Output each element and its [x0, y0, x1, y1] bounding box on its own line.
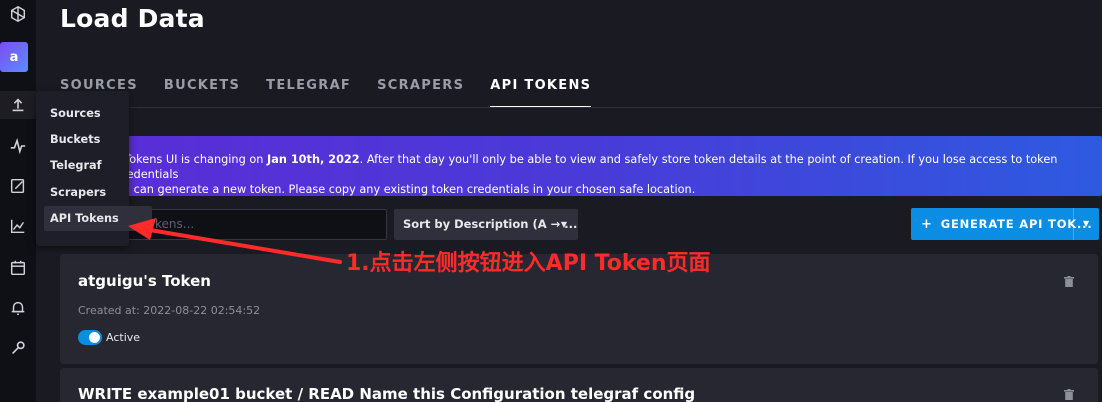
banner-line2: ou can generate a new token. Please copy…	[116, 183, 696, 196]
avatar[interactable]: a	[0, 42, 28, 72]
chevron-down-icon[interactable]: ▼	[1073, 208, 1099, 240]
tab-api-tokens[interactable]: API TOKENS	[490, 78, 592, 108]
token-title[interactable]: WRITE example01 bucket / READ Name this …	[78, 385, 695, 402]
tab-bar: SOURCES BUCKETS TELEGRAF SCRAPERS API TO…	[60, 78, 617, 108]
trash-icon[interactable]	[1064, 389, 1074, 400]
data-explorer-icon[interactable]	[0, 132, 36, 160]
generate-api-token-button[interactable]: + GENERATE API TOK... ▼	[911, 208, 1099, 240]
filter-placeholder: kens...	[155, 217, 195, 231]
chevron-down-icon: ▼	[560, 220, 567, 229]
tab-scrapers[interactable]: SCRAPERS	[377, 78, 464, 108]
banner-text: r Tokens UI is changing on Jan 10th, 202…	[116, 152, 1102, 197]
sort-label: Sort by Description (A → ...	[403, 217, 578, 231]
generate-button-label: GENERATE API TOK...	[940, 217, 1093, 231]
banner-prefix: r Tokens UI is changing on	[116, 153, 268, 166]
page-title: Load Data	[60, 4, 205, 33]
annotation-text: 1.点击左侧按钮进入API Token页面	[346, 251, 711, 276]
active-label: Active	[106, 331, 141, 344]
upload-icon[interactable]	[0, 91, 36, 119]
toggle-knob	[89, 332, 100, 343]
bell-icon[interactable]	[0, 294, 36, 322]
logo-icon[interactable]	[0, 0, 36, 28]
banner-date: Jan 10th, 2022	[267, 153, 360, 166]
plus-icon: +	[921, 217, 933, 232]
sort-dropdown[interactable]: Sort by Description (A → ... ▼	[394, 209, 578, 240]
menu-item-api-tokens[interactable]: API Tokens	[44, 206, 152, 231]
avatar-letter: a	[9, 49, 19, 65]
chart-icon[interactable]	[0, 212, 36, 240]
token-title[interactable]: atguigu's Token	[78, 272, 211, 290]
tab-telegraf[interactable]: TELEGRAF	[266, 78, 351, 108]
wrench-icon[interactable]	[0, 334, 36, 362]
tabs-divider	[60, 107, 1102, 108]
left-nav-rail: a	[0, 0, 36, 402]
notice-banner: r Tokens UI is changing on Jan 10th, 202…	[60, 136, 1102, 196]
menu-item-buckets[interactable]: Buckets	[50, 133, 100, 146]
token-card[interactable]: WRITE example01 bucket / READ Name this …	[60, 368, 1098, 402]
menu-item-scrapers[interactable]: Scrapers	[50, 186, 106, 199]
notebook-icon[interactable]	[0, 172, 36, 200]
active-toggle[interactable]	[78, 330, 102, 345]
filter-tokens-input[interactable]: kens...	[120, 209, 387, 240]
calendar-icon[interactable]	[0, 254, 36, 282]
load-data-flyout-menu: Sources Buckets Telegraf Scrapers API To…	[36, 91, 152, 246]
trash-icon[interactable]	[1064, 276, 1074, 287]
tab-buckets[interactable]: BUCKETS	[164, 78, 240, 108]
menu-item-sources[interactable]: Sources	[50, 107, 101, 120]
token-created-at: Created at: 2022-08-22 02:54:52	[78, 304, 261, 317]
menu-item-telegraf[interactable]: Telegraf	[50, 159, 102, 172]
